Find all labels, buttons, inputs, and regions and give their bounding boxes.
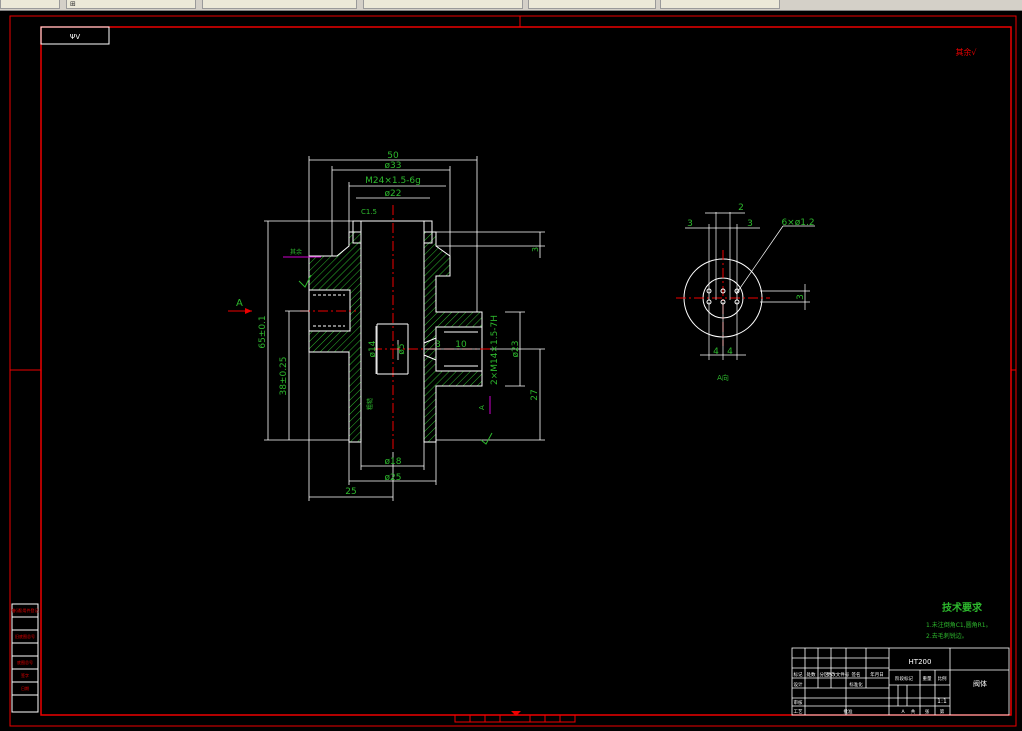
tech-req-title: 技术要求 [942, 601, 983, 614]
aux-dim-3-right: 3 [747, 219, 753, 229]
aux-dim-4a: 4 [713, 347, 719, 357]
dim-thread-side: 2×M14×1.5-7H [490, 315, 500, 385]
view-arrow-right-label: A [478, 405, 486, 410]
tb-label-7: 批准 [844, 708, 853, 715]
tb-row-5: 年月日 [870, 671, 884, 678]
tb-label-3: 重量 [923, 675, 932, 682]
aux-dim-2: 2 [738, 203, 744, 213]
tb-label-1: 标准化 [849, 681, 863, 688]
dim-d33: ø33 [385, 161, 402, 171]
dim-d22: ø22 [385, 189, 402, 199]
drawing-canvas[interactable]: ΨV 其余√ 借(通)用件登记 旧底图总号 底图总号 签字 日期 50 ø33 … [0, 10, 1022, 731]
aux-dim-holes: 6×ø1.2 [781, 218, 814, 228]
tb-label-6: 工艺 [794, 709, 803, 715]
tb-code-0: A [901, 709, 905, 715]
inner-border [40, 26, 1012, 716]
dim-h3-top: 3 [531, 247, 540, 252]
roughness-text-1: 其余 [290, 248, 302, 256]
dim-d25: ø25 [385, 473, 402, 483]
tb-label-4: 比例 [938, 675, 947, 682]
tab-3[interactable] [363, 0, 523, 9]
bottom-ruler [454, 711, 576, 723]
tb-row-1: 处数 [807, 671, 816, 678]
outer-border [9, 15, 1017, 727]
view-arrow-a-right: A [478, 396, 491, 414]
aux-dim-3-left: 3 [687, 219, 693, 229]
tb-row-4: 签名 [852, 671, 861, 678]
dim-d23: ø23 [511, 341, 521, 358]
view-arrow-a-left: A [228, 298, 252, 314]
dim-l10: 10 [455, 340, 467, 350]
aux-dim-4b: 4 [727, 347, 733, 357]
dim-d14: ø14 [368, 340, 378, 357]
dim-h38: 38±0.25 [279, 356, 289, 395]
tb-code-2: 张 [925, 708, 930, 715]
tab-5[interactable] [660, 0, 780, 9]
strip-label-2: 底图总号 [17, 659, 33, 665]
tab-4[interactable] [528, 0, 656, 9]
strip-label-3: 签字 [21, 672, 29, 678]
dim-h27: 27 [530, 389, 540, 400]
tb-code-1: 共 [911, 708, 916, 715]
aux-dim-3-side: 3 [796, 294, 806, 300]
dim-l25: 25 [345, 487, 356, 497]
corner-label: ΨV [70, 33, 81, 41]
dim-thread-top: M24×1.5-6g [365, 176, 421, 186]
dim-50: 50 [387, 151, 399, 161]
view-arrow-label: A [236, 298, 243, 309]
main-section-view[interactable] [300, 205, 490, 452]
tb-label-0: 设计 [794, 681, 803, 688]
strip-label-0: 借(通)用件登记 [11, 607, 38, 613]
roughness-note: 其余√ [955, 47, 977, 57]
tech-req-line2: 2.去毛刺锐边。 [926, 632, 968, 640]
tb-material: HT200 [909, 658, 932, 666]
aux-caption: A向 [717, 373, 729, 382]
tb-scale: 1:1 [937, 698, 947, 705]
dim-c15: C1.5 [361, 208, 377, 216]
dim-d5: ø5 [397, 343, 407, 354]
tech-requirements: 技术要求 1.未注倒角C1,圆角R1。 2.去毛刺锐边。 [926, 601, 992, 640]
tab-1[interactable]: ⊞ [66, 0, 196, 9]
tb-label-5: 审核 [794, 699, 803, 706]
tb-row-0: 标记 [794, 671, 803, 678]
dim-l3: 3 [435, 340, 441, 350]
aux-view-a[interactable]: 3 2 3 6×ø1.2 3 4 4 A向 [676, 203, 815, 382]
tb-code-3: 第 [940, 708, 945, 715]
dim-d18: ø18 [385, 457, 402, 467]
left-strip: 借(通)用件登记 旧底图总号 底图总号 签字 日期 [11, 603, 39, 713]
tb-row-3: 更改文件号 [827, 671, 850, 678]
tb-part-name: 阀体 [973, 679, 987, 688]
roughness-text-2: 粗糙 [366, 398, 374, 410]
tab-0[interactable] [0, 0, 60, 9]
body-left-section [308, 231, 362, 443]
strip-label-4: 日期 [21, 685, 29, 691]
tab-1-label: ⊞ [70, 0, 76, 8]
tech-req-line1: 1.未注倒角C1,圆角R1。 [926, 621, 992, 629]
main-dimension-lines [264, 156, 545, 501]
tab-2[interactable] [202, 0, 357, 9]
strip-label-1: 旧底图总号 [15, 633, 35, 639]
tb-label-2: 阶段标记 [895, 675, 913, 682]
dim-h65: 65±0.1 [258, 315, 268, 348]
